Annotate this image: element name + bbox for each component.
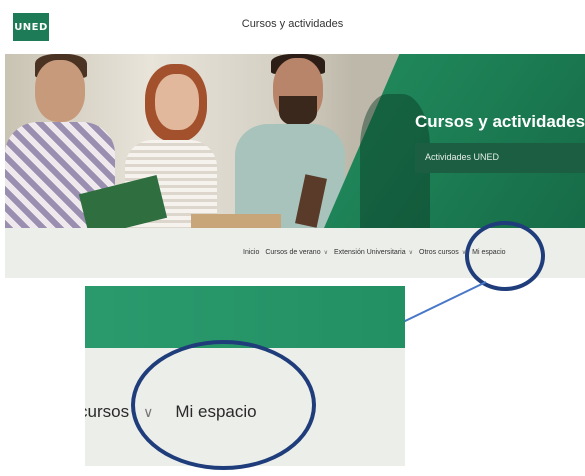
highlight-circle-large <box>131 340 316 470</box>
zoom-green-band <box>85 286 405 348</box>
zoom-prev-label[interactable]: cursos <box>85 402 129 422</box>
